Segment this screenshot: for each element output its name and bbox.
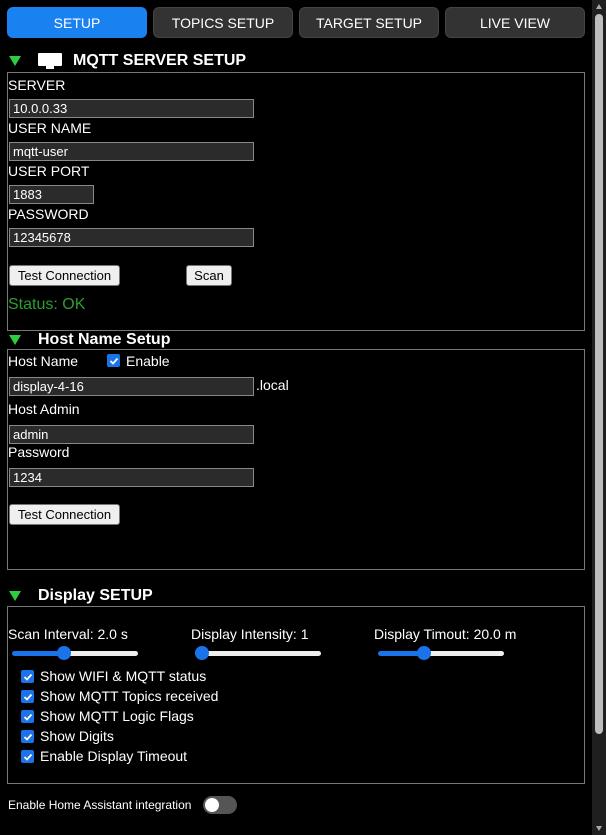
display-setup-panel: Scan Interval: 2.0 s Display Intensity: … [7,606,585,784]
host-password-input[interactable] [9,468,254,487]
home-assistant-label: Enable Home Assistant integration [8,798,192,812]
checkbox[interactable] [21,730,34,743]
monitor-icon [38,53,62,69]
connection-status: Status: OK [8,296,86,313]
option-label: Show MQTT Logic Flags [40,708,194,724]
server-input[interactable] [9,99,254,118]
tab-target-setup[interactable]: TARGET SETUP [299,7,439,38]
user-port-label: USER PORT [8,163,90,179]
password-label: PASSWORD [8,206,89,222]
scroll-down-icon[interactable] [596,826,602,831]
host-test-connection-button[interactable]: Test Connection [9,504,120,525]
host-password-label: Password [8,444,70,460]
display-section-title: Display SETUP [38,587,153,604]
tab-bar: SETUP TOPICS SETUP TARGET SETUP LIVE VIE… [7,7,587,38]
host-admin-label: Host Admin [8,401,80,417]
user-port-input[interactable] [9,185,94,204]
setup-page: SETUP TOPICS SETUP TARGET SETUP LIVE VIE… [0,0,606,835]
home-assistant-toggle[interactable] [203,796,237,814]
host-section-header[interactable]: Host Name Setup [8,330,170,350]
hostname-input[interactable] [9,377,254,396]
display-intensity-slider[interactable] [195,645,321,661]
mqtt-server-panel: SERVER USER NAME USER PORT PASSWORD Test… [7,72,585,331]
scan-interval-slider[interactable] [12,645,138,661]
scan-button[interactable]: Scan [186,265,232,286]
collapse-arrow-icon[interactable] [9,335,21,345]
enable-label: Enable [126,353,170,369]
host-admin-input[interactable] [9,425,254,444]
checkbox[interactable] [21,710,34,723]
checkbox[interactable] [21,690,34,703]
option-label: Enable Display Timeout [40,748,188,764]
server-label: SERVER [8,77,66,93]
slider-thumb[interactable] [57,646,71,660]
password-input[interactable] [9,228,254,247]
display-timeout-slider[interactable] [378,645,504,661]
checkbox[interactable] [21,750,34,763]
slider-thumb[interactable] [417,646,431,660]
scan-interval-label: Scan Interval: 2.0 s [8,626,128,642]
display-intensity-label: Display Intensity: 1 [191,626,309,642]
display-section-header[interactable]: Display SETUP [8,586,153,606]
mqtt-section-header[interactable]: MQTT SERVER SETUP [8,51,246,71]
toggle-knob [205,798,219,812]
option-label: Show Digits [40,728,114,744]
tab-setup[interactable]: SETUP [7,7,147,38]
scroll-up-icon[interactable] [596,4,602,9]
local-suffix: .local [256,377,289,393]
host-name-label: Host Name [8,353,79,369]
collapse-arrow-icon[interactable] [9,591,21,601]
display-timeout-label: Display Timout: 20.0 m [374,626,517,642]
user-name-input[interactable] [9,142,254,161]
host-name-panel: Host Name Enable .local Host Admin Passw… [7,349,585,570]
host-section-title: Host Name Setup [38,331,171,348]
scrollbar-thumb[interactable] [595,14,603,734]
tab-topics-setup[interactable]: TOPICS SETUP [153,7,293,38]
collapse-arrow-icon[interactable] [9,56,21,66]
tab-live-view[interactable]: LIVE VIEW [445,7,585,38]
test-connection-button[interactable]: Test Connection [9,265,120,286]
slider-thumb[interactable] [195,646,209,660]
checkbox[interactable] [21,670,34,683]
option-label: Show WIFI & MQTT status [40,668,207,684]
user-name-label: USER NAME [8,120,92,136]
vertical-scrollbar[interactable] [592,0,606,835]
enable-hostname-checkbox[interactable] [107,354,120,367]
option-label: Show MQTT Topics received [40,688,219,704]
mqtt-section-title: MQTT SERVER SETUP [73,52,247,69]
